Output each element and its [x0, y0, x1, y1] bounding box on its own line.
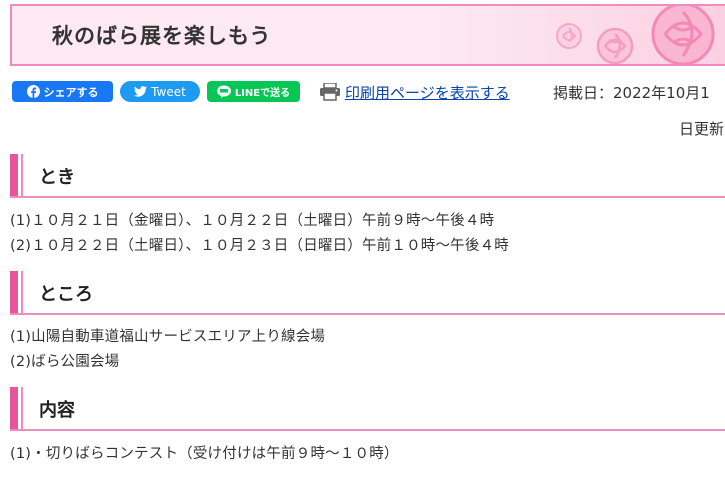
line-share-button[interactable]: LINEで送る — [207, 81, 300, 102]
section-heading-label: とき — [39, 167, 75, 188]
twitter-bird-icon — [134, 86, 148, 97]
venue-line-1: (1)山陽自動車道福山サービスエリア上り線会場 — [10, 329, 326, 345]
print-page-link[interactable]: 印刷用ページを表示する — [345, 82, 510, 103]
heading-accent-bar — [10, 271, 18, 313]
section-heading-label: ところ — [39, 284, 93, 305]
section-heading-where: ところ — [10, 271, 725, 315]
facebook-icon — [26, 85, 40, 98]
heading-accent-bar — [10, 154, 18, 196]
tweet-label: Tweet — [151, 84, 186, 99]
page-title-banner: 秋のばら展を楽しもう — [10, 4, 725, 66]
printer-icon[interactable] — [319, 83, 341, 101]
heading-accent-line — [21, 154, 23, 196]
tweet-button[interactable]: Tweet — [120, 81, 200, 102]
venue-line-2: (2)ばら公園会場 — [10, 354, 120, 370]
schedule-line-1: (1)１０月２１日（金曜日）、１０月２２日（土曜日）午前９時～午後４時 — [10, 213, 495, 229]
published-date: 掲載日：2022年10月1 — [553, 84, 710, 102]
facebook-share-button[interactable]: シェアする — [12, 81, 113, 102]
line-chat-icon — [216, 85, 231, 98]
facebook-share-label: シェアする — [43, 85, 99, 99]
content-line-1: (1)・切りばらコンテスト（受け付けは午前９時～１０時） — [10, 446, 399, 462]
updated-date-suffix: 日更新 — [679, 120, 725, 138]
line-share-label: LINEで送る — [234, 88, 291, 99]
heading-accent-line — [21, 387, 23, 429]
section-heading-when: とき — [10, 154, 725, 198]
heading-accent-bar — [10, 387, 18, 429]
rose-decoration-icon — [556, 6, 715, 64]
schedule-line-2: (2)１０月２２日（土曜日）、１０月２３日（日曜日）午前１０時～午後４時 — [10, 238, 509, 254]
page-title: 秋のばら展を楽しもう — [52, 24, 272, 48]
share-toolbar: シェアする Tweet LINEで送る 印刷用ページを表示する 掲載日：2022… — [12, 81, 725, 103]
heading-accent-line — [21, 271, 23, 313]
section-heading-label: 内容 — [39, 400, 75, 421]
section-heading-content: 内容 — [10, 387, 725, 431]
